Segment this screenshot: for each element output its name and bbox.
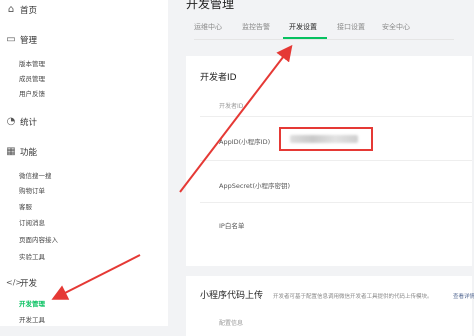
- nav-dev[interactable]: </> 开发: [0, 275, 168, 291]
- nav-manage-label: 管理: [20, 36, 38, 46]
- nav-stats[interactable]: ◔ 统计: [0, 114, 168, 130]
- appid-value-masked[interactable]: [290, 135, 358, 143]
- appid-label: AppID(小程序ID): [219, 138, 271, 146]
- nav-features[interactable]: ▦ 功能: [0, 144, 168, 160]
- ip-whitelist-label: IP白名单: [219, 222, 245, 230]
- sidebar-item-search[interactable]: 微信搜一搜: [19, 170, 52, 180]
- code-upload-description: 开发者可基于配置信息调用微信开发者工具提供的代码上传模块。: [273, 294, 433, 300]
- nav-features-label: 功能: [20, 148, 38, 158]
- main-content: 开发管理 运维中心 监控告警 开发设置 接口设置 安全中心 开发者ID 开发者I…: [168, 0, 474, 336]
- divider: [200, 202, 472, 203]
- sidebar-item-orders[interactable]: 购物订单: [19, 185, 45, 195]
- home-icon: ⌂: [7, 4, 15, 15]
- tab-dev-settings[interactable]: 开发设置: [289, 22, 317, 32]
- sidebar-item-version[interactable]: 版本管理: [19, 58, 45, 68]
- nav-home-label: 首页: [20, 6, 38, 16]
- sidebar-item-subscribe[interactable]: 订阅消息: [19, 217, 45, 227]
- code-icon: </>: [6, 278, 23, 287]
- code-upload-card: 小程序代码上传 开发者可基于配置信息调用微信开发者工具提供的代码上传模块。 配置…: [186, 276, 472, 336]
- view-details-link[interactable]: 查看详情: [453, 292, 474, 300]
- sidebar-item-content[interactable]: 页面内容接入: [19, 234, 58, 244]
- developer-id-column-header: 开发者ID: [219, 103, 244, 110]
- sidebar-item-dev-manage[interactable]: 开发管理: [19, 298, 45, 308]
- divider: [200, 116, 472, 117]
- tab-ops[interactable]: 运维中心: [194, 22, 222, 32]
- tab-api-settings[interactable]: 接口设置: [337, 22, 365, 32]
- sidebar-item-dev-tools[interactable]: 开发工具: [19, 314, 45, 324]
- grid-icon: ▦: [6, 146, 16, 157]
- appsecret-label: AppSecret(小程序密钥): [219, 182, 291, 190]
- divider: [200, 160, 472, 161]
- sidebar: ⌂ 首页 ▭ 管理 版本管理 成员管理 用户反馈 ◔ 统计 ▦ 功能 微信搜一搜…: [0, 0, 168, 326]
- tab-monitor[interactable]: 监控告警: [242, 22, 270, 32]
- nav-home[interactable]: ⌂ 首页: [0, 2, 168, 18]
- sidebar-item-lab[interactable]: 实验工具: [19, 251, 45, 261]
- page-title: 开发管理: [186, 0, 235, 11]
- tab-security[interactable]: 安全中心: [382, 22, 410, 32]
- code-upload-title: 小程序代码上传: [200, 291, 264, 301]
- nav-stats-label: 统计: [20, 118, 38, 128]
- pie-chart-icon: ◔: [6, 116, 16, 127]
- nav-manage[interactable]: ▭ 管理: [0, 32, 168, 48]
- developer-id-title: 开发者ID: [200, 73, 237, 83]
- manage-icon: ▭: [6, 34, 16, 45]
- sidebar-item-feedback[interactable]: 用户反馈: [19, 88, 45, 98]
- developer-id-card: 开发者ID 开发者ID AppID(小程序ID) AppSecret(小程序密钥…: [186, 56, 472, 266]
- sidebar-item-members[interactable]: 成员管理: [19, 73, 45, 83]
- nav-dev-label: 开发: [20, 279, 38, 289]
- sidebar-item-service[interactable]: 客服: [19, 201, 32, 211]
- active-tab-indicator: [283, 37, 327, 39]
- tab-divider: [194, 39, 454, 40]
